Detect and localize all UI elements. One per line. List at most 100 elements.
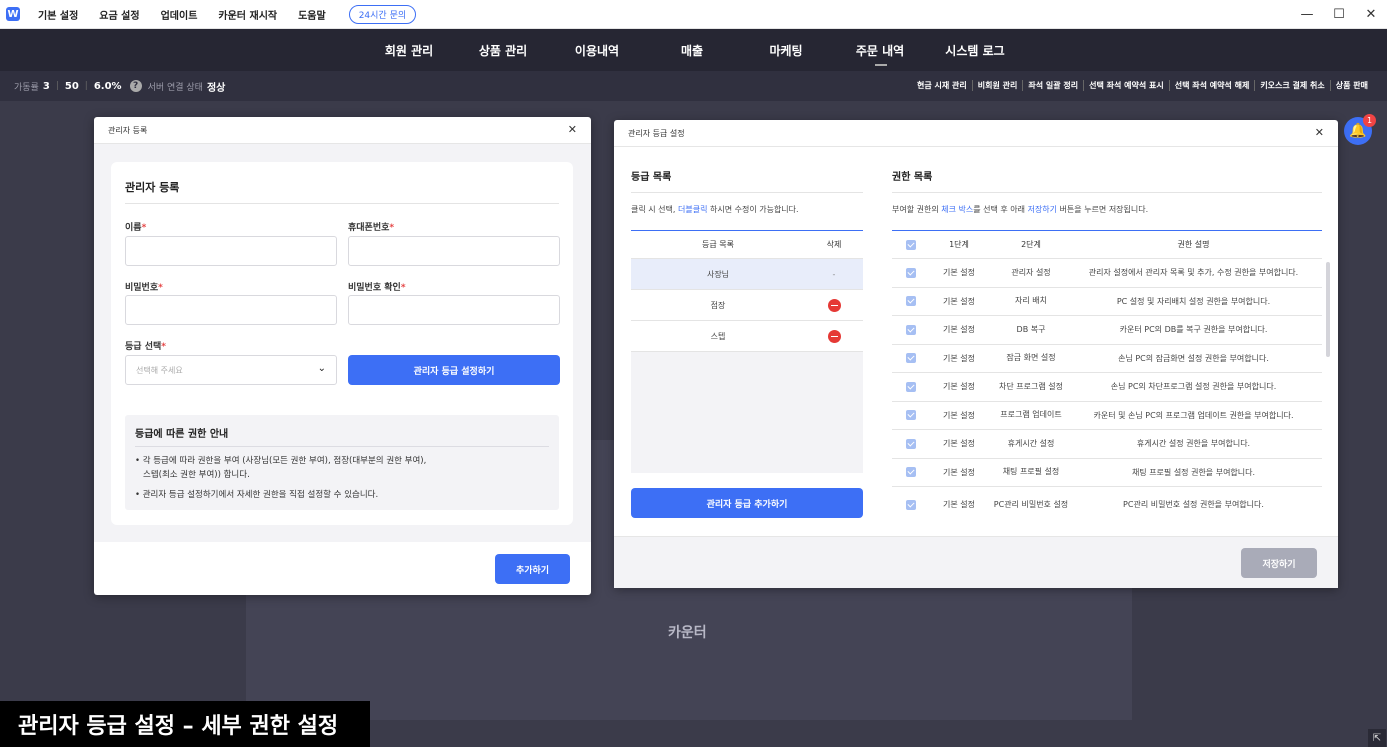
grade-row-manager[interactable]: 점장 (631, 290, 863, 321)
name-field[interactable] (125, 236, 337, 266)
window-controls: — ☐ ✕ (1291, 0, 1387, 29)
table-row: 기본 설정 PC관리 비밀번호 설정 PC관리 비밀번호 설정 권한을 부여합니… (892, 487, 1322, 519)
action-reserve-release[interactable]: 선택 좌석 예약석 해제 (1168, 80, 1255, 91)
admin-register-dialog: 관리자 등록 ✕ 관리자 등록 이름* 휴대폰번호* 비밀번호* 비밀번호 확인… (94, 117, 591, 595)
dialog-footer: 추가하기 (94, 542, 591, 595)
select-all-checkbox[interactable] (905, 239, 916, 250)
grade-settings-dialog: 관리자 등급 설정 ✕ 등급 목록 클릭 시 선택, 더블클릭 하시면 수정이 … (614, 120, 1338, 588)
main-nav: 회원 관리 상품 관리 이용내역 매출 마케팅 주문 내역 시스템 로그 (0, 29, 1387, 71)
dialog-title: 관리자 등급 설정 (628, 128, 685, 138)
nav-system-log[interactable]: 시스템 로그 (945, 42, 1004, 59)
grade-table: 등급 목록 삭제 사장님 - 점장 스텝 (631, 230, 863, 473)
action-product-sale[interactable]: 상품 판매 (1329, 80, 1373, 91)
support-button[interactable]: 24시간 문의 (348, 4, 417, 24)
phone-label: 휴대폰번호* (348, 223, 395, 233)
app-logo: W (6, 7, 20, 21)
nav-marketing[interactable]: 마케팅 (769, 42, 802, 59)
occupancy-rate: 6.0% (93, 80, 122, 92)
minimize-icon[interactable]: — (1291, 0, 1323, 29)
password-label: 비밀번호* (125, 283, 163, 293)
add-button[interactable]: 추가하기 (495, 554, 570, 584)
menu-help[interactable]: 도움말 (298, 7, 326, 22)
add-grade-button[interactable]: 관리자 등급 추가하기 (631, 488, 863, 518)
title-menu: 기본 설정 요금 설정 업데이트 카운터 재시작 도움말 (38, 7, 347, 22)
nav-member[interactable]: 회원 관리 (385, 42, 433, 59)
password-confirm-label: 비밀번호 확인* (348, 283, 406, 293)
permission-checkbox[interactable] (905, 499, 916, 510)
maximize-icon[interactable]: ☐ (1323, 0, 1355, 29)
nav-product[interactable]: 상품 관리 (479, 42, 527, 59)
status-bar: 가동률 3 | 50 | 6.0% ? 서버 연결 상태 정상 현금 시재 관리… (0, 71, 1387, 101)
phone-field[interactable] (348, 236, 560, 266)
grade-list-title: 등급 목록 (631, 172, 672, 183)
permission-checkbox[interactable] (905, 467, 916, 478)
occupancy-total: 50 (64, 80, 79, 92)
permission-checkbox[interactable] (905, 410, 916, 421)
quick-actions: 현금 시재 관리 비회원 관리 좌석 일괄 정리 선택 좌석 예약석 표시 선택… (912, 80, 1373, 91)
help-icon[interactable]: ? (129, 80, 142, 92)
nav-sales[interactable]: 매출 (681, 42, 703, 59)
close-icon[interactable]: ✕ (1315, 126, 1324, 139)
name-label: 이름* (125, 223, 147, 233)
action-seat-clear[interactable]: 좌석 일괄 정리 (1022, 80, 1083, 91)
password-field[interactable] (125, 295, 337, 325)
table-row: 기본 설정 차단 프로그램 설정 손님 PC의 차단프로그램 설정 권한을 부여… (892, 373, 1322, 402)
divider (125, 203, 559, 204)
action-cash[interactable]: 현금 시재 관리 (912, 80, 972, 91)
perm-list-title: 권한 목록 (892, 172, 933, 183)
info-title: 등급에 따른 권한 안내 (135, 429, 229, 440)
occupancy-used: 3 (42, 80, 50, 92)
menu-restart-counter[interactable]: 카운터 재시작 (218, 7, 277, 22)
close-icon[interactable]: ✕ (568, 123, 577, 136)
permission-checkbox[interactable] (905, 353, 916, 364)
remove-icon[interactable] (827, 298, 841, 312)
info-line: 스텝(최소 권한 부여)) 합니다. (143, 470, 250, 480)
nav-active-indicator (875, 64, 887, 66)
dialog-footer: 저장하기 (614, 536, 1338, 588)
permission-checkbox[interactable] (905, 267, 916, 278)
save-button[interactable]: 저장하기 (1241, 548, 1317, 578)
divider (135, 446, 549, 447)
grade-label: 등급 선택* (125, 342, 166, 352)
server-status-value: 정상 (206, 82, 226, 94)
grade-select[interactable]: 선택해 주세요 ⌄ (125, 355, 337, 385)
occupancy-label: 가동률 (14, 82, 39, 93)
grade-row-staff[interactable]: 스텝 (631, 321, 863, 352)
grade-row-owner[interactable]: 사장님 - (631, 259, 863, 290)
grade-setting-button[interactable]: 관리자 등급 설정하기 (348, 355, 560, 385)
permission-checkbox[interactable] (905, 296, 916, 307)
notification-badge: 1 (1363, 114, 1376, 127)
table-row: 기본 설정 채팅 프로필 설정 채팅 프로필 설정 권한을 부여합니다. (892, 459, 1322, 487)
action-reserve-show[interactable]: 선택 좌석 예약석 표시 (1083, 80, 1169, 91)
scrollbar[interactable] (1326, 262, 1330, 357)
table-header: 1단계 2단계 권한 설명 (892, 231, 1322, 259)
permission-checkbox[interactable] (905, 438, 916, 449)
dialog-title: 관리자 등록 (108, 125, 148, 135)
resize-grip-icon[interactable]: ⇱ (1368, 729, 1386, 747)
table-row: 기본 설정 관리자 설정 관리자 설정에서 관리자 목록 및 추가, 수정 권한… (892, 259, 1322, 288)
nav-usage[interactable]: 이용내역 (575, 42, 619, 59)
permission-checkbox[interactable] (905, 324, 916, 335)
divider (631, 192, 863, 193)
remove-icon[interactable] (827, 329, 841, 343)
password-confirm-field[interactable] (348, 295, 560, 325)
video-caption: 관리자 등급 설정 – 세부 권한 설정 (0, 701, 370, 747)
action-kiosk-cancel[interactable]: 키오스크 결제 취소 (1254, 80, 1329, 91)
menu-basic-settings[interactable]: 기본 설정 (38, 7, 78, 22)
permission-table: 1단계 2단계 권한 설명 기본 설정 관리자 설정 관리자 설정에서 관리자 … (892, 230, 1322, 519)
dialog-header: 관리자 등급 설정 ✕ (614, 120, 1338, 147)
table-row: 기본 설정 프로그램 업데이트 카운터 및 손님 PC의 프로그램 업데이트 권… (892, 402, 1322, 430)
title-bar: W 기본 설정 요금 설정 업데이트 카운터 재시작 도움말 24시간 문의 —… (0, 0, 1387, 29)
table-header: 등급 목록 삭제 (631, 231, 863, 259)
grade-list-desc: 클릭 시 선택, 더블클릭 하시면 수정이 가능합니다. (631, 205, 799, 214)
permission-checkbox[interactable] (905, 381, 916, 392)
nav-orders[interactable]: 주문 내역 (856, 42, 904, 59)
table-row: 기본 설정 자리 배치 PC 설정 및 자리배치 설정 권한을 부여합니다. (892, 288, 1322, 316)
menu-update[interactable]: 업데이트 (161, 7, 198, 22)
grade-placeholder: 선택해 주세요 (136, 365, 183, 375)
occupancy-status: 가동률 3 | 50 | 6.0% ? 서버 연결 상태 정상 (14, 80, 226, 94)
action-nonmember[interactable]: 비회원 관리 (971, 80, 1023, 91)
close-icon[interactable]: ✕ (1355, 0, 1387, 29)
table-row: 기본 설정 잠금 화면 설정 손님 PC의 잠금화면 설정 권한을 부여합니다. (892, 345, 1322, 373)
menu-fee-settings[interactable]: 요금 설정 (99, 7, 139, 22)
